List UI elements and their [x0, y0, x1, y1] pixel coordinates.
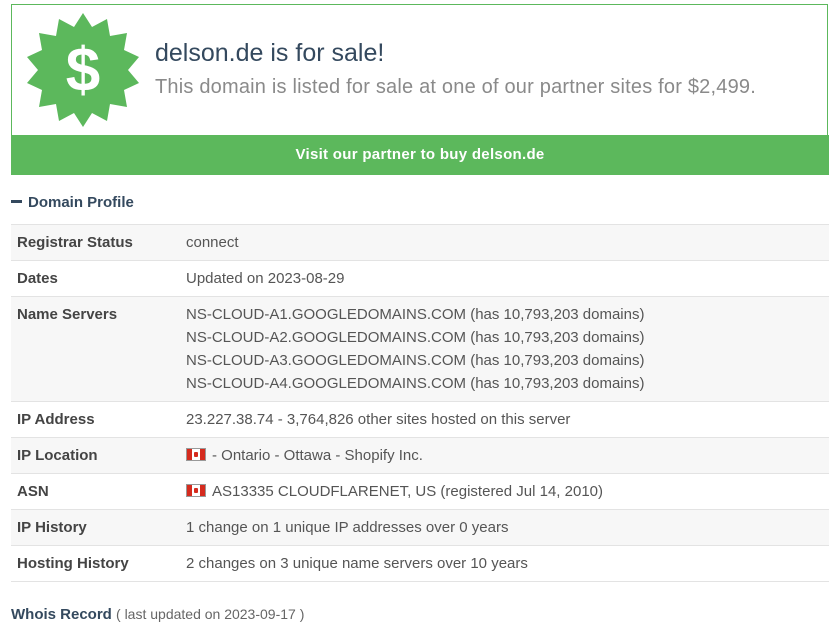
minus-icon: [11, 200, 22, 204]
table-row: Dates Updated on 2023-08-29: [11, 260, 829, 297]
row-value: 23.227.38.74 - 3,764,826 other sites hos…: [186, 411, 571, 428]
table-row: Hosting History 2 changes on 3 unique na…: [11, 545, 829, 582]
domain-profile-table: Registrar Status connect Dates Updated o…: [11, 224, 829, 582]
sale-subtitle: This domain is listed for sale at one of…: [155, 76, 756, 98]
buy-domain-button[interactable]: Visit our partner to buy delson.de: [11, 135, 829, 175]
page: $ delson.de is for sale! This domain is …: [0, 0, 830, 633]
row-label: IP History: [17, 519, 87, 536]
row-label: ASN: [17, 483, 49, 500]
name-server-2: NS-CLOUD-A2.GOOGLEDOMAINS.COM (has 10,79…: [186, 329, 645, 346]
row-label: IP Address: [17, 411, 95, 428]
row-value: 1 change on 1 unique IP addresses over 0…: [186, 519, 509, 536]
canada-flag-icon: [186, 448, 206, 461]
name-server-3: NS-CLOUD-A3.GOOGLEDOMAINS.COM (has 10,79…: [186, 352, 645, 369]
whois-record-header: Whois Record ( last updated on 2023-09-1…: [11, 606, 304, 623]
row-label: Name Servers: [17, 306, 118, 323]
row-value: connect: [186, 234, 239, 251]
whois-updated-date: ( last updated on 2023-09-17 ): [116, 606, 305, 622]
sale-title: delson.de is for sale!: [155, 39, 385, 67]
svg-text:$: $: [66, 36, 100, 105]
domain-profile-toggle[interactable]: Domain Profile: [11, 194, 134, 211]
row-value: AS13335 CLOUDFLARENET, US (registered Ju…: [180, 474, 829, 510]
domain-profile-title: Domain Profile: [28, 194, 134, 211]
row-label: IP Location: [17, 447, 98, 464]
row-value: NS-CLOUD-A1.GOOGLEDOMAINS.COM (has 10,79…: [180, 297, 829, 402]
asn-text: AS13335 CLOUDFLARENET, US (registered Ju…: [212, 483, 604, 500]
table-row: Registrar Status connect: [11, 224, 829, 261]
name-server-1: NS-CLOUD-A1.GOOGLEDOMAINS.COM (has 10,79…: [186, 306, 645, 323]
ip-location-text: - Ontario - Ottawa - Shopify Inc.: [212, 447, 423, 464]
name-server-4: NS-CLOUD-A4.GOOGLEDOMAINS.COM (has 10,79…: [186, 375, 645, 392]
table-row: IP Location - Ontario - Ottawa - Shopify…: [11, 437, 829, 474]
row-label: Dates: [17, 270, 58, 287]
canada-flag-icon: [186, 484, 206, 497]
row-label: Registrar Status: [17, 234, 133, 251]
table-row: ASN AS13335 CLOUDFLARENET, US (registere…: [11, 473, 829, 510]
row-label: Hosting History: [17, 555, 129, 572]
table-row: IP Address 23.227.38.74 - 3,764,826 othe…: [11, 401, 829, 438]
whois-record-link[interactable]: Whois Record: [11, 606, 112, 623]
row-value: - Ontario - Ottawa - Shopify Inc.: [180, 438, 829, 474]
sale-banner: $ delson.de is for sale! This domain is …: [11, 4, 828, 135]
row-value: 2 changes on 3 unique name servers over …: [186, 555, 528, 572]
dollar-badge-icon: $: [27, 13, 139, 127]
table-row: Name Servers NS-CLOUD-A1.GOOGLEDOMAINS.C…: [11, 296, 829, 402]
row-value: Updated on 2023-08-29: [186, 270, 345, 287]
table-row: IP History 1 change on 1 unique IP addre…: [11, 509, 829, 546]
